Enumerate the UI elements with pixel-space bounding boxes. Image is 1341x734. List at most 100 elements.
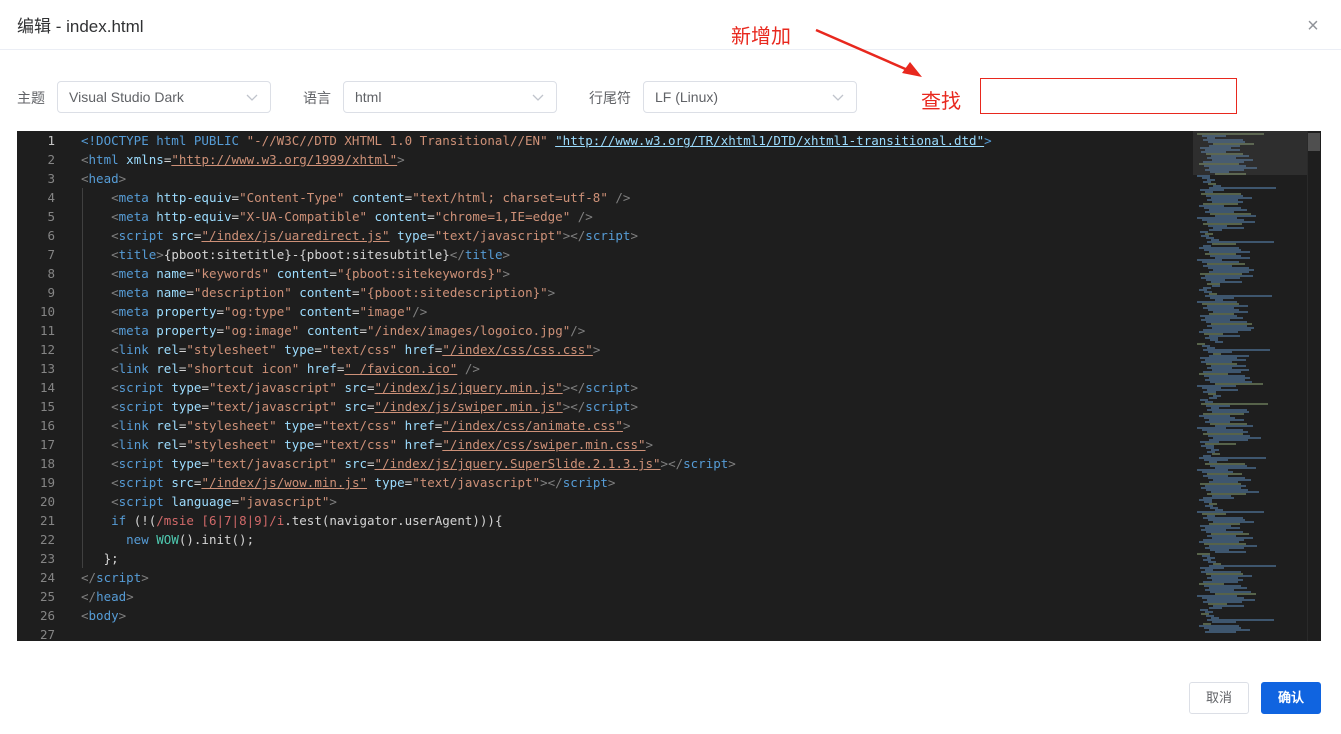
code-token: href [404,418,435,433]
code-token: content [276,266,330,281]
code-content[interactable]: <!DOCTYPE html PUBLIC "-//W3C//DTD XHTML… [81,131,1181,641]
code-token: = [314,418,322,433]
code-line[interactable]: <body> [81,606,126,625]
confirm-button[interactable]: 确认 [1261,682,1321,714]
line-number: 18 [39,456,55,471]
code-editor[interactable]: 1 2 3 4 5 6 7 8 9 10 11 12 13 14 15 16 17 18 19 20 21 22 23 24 2… [17,131,1321,641]
minimap-line [1205,631,1237,633]
code-token: = [367,399,375,414]
line-number: 8 [47,266,55,281]
code-line[interactable]: <link rel="stylesheet" type="text/css" h… [81,416,630,435]
minimap-slider[interactable] [1193,131,1309,175]
code-token: src [344,399,368,414]
line-number: 10 [39,304,55,319]
theme-select[interactable]: Visual Studio Dark [57,81,271,113]
code-token: = [231,209,240,224]
code-token: </ [570,380,586,395]
code-line[interactable]: </head> [81,587,134,606]
find-input[interactable] [980,78,1237,114]
dialog-title: 编辑 - index.html [17,17,144,36]
code-token: script [118,475,164,490]
code-token: script [118,494,164,509]
eol-select[interactable]: LF (Linux) [643,81,857,113]
line-number: 12 [39,342,55,357]
language-select[interactable]: html [343,81,557,113]
close-icon[interactable]: × [1303,16,1323,36]
code-line[interactable]: <title>{pboot:sitetitle}-{pboot:sitesubt… [81,245,510,264]
code-line[interactable]: <meta name="keywords" content="{pboot:si… [81,264,510,283]
minimap-line [1209,397,1217,399]
code-token: new [126,532,149,547]
line-number: 13 [39,361,55,376]
code-minimap[interactable] [1193,131,1309,641]
code-token: name [156,285,187,300]
line-number: 14 [39,380,55,395]
code-line[interactable]: <meta http-equiv="Content-Type" content=… [81,188,630,207]
code-token: "shortcut icon" [186,361,300,376]
code-token: rel [156,342,179,357]
code-token: link [118,437,149,452]
code-line[interactable]: <html xmlns="http://www.w3.org/1999/xhtm… [81,150,405,169]
code-line[interactable]: </script> [81,568,149,587]
code-line[interactable]: if (!(/msie [6|7|8|9]/i.test(navigator.u… [81,511,502,530]
code-line[interactable]: <!DOCTYPE html PUBLIC "-//W3C//DTD XHTML… [81,131,992,150]
code-token: < [111,437,119,452]
code-token: href [306,361,337,376]
editor-scrollbar[interactable] [1307,131,1321,641]
code-line[interactable]: <meta property="og:image" content="/inde… [81,321,585,340]
line-number: 2 [47,152,55,167]
line-number: 5 [47,209,55,224]
minimap-line [1209,229,1222,231]
code-token: = [201,380,209,395]
code-token: "chrome=1,IE=edge" [434,209,571,224]
code-token: "og:image" [224,323,300,338]
code-line[interactable]: new WOW().init(); [81,530,254,549]
code-line[interactable]: <head> [81,169,126,188]
minimap-line [1215,551,1246,553]
code-line[interactable]: <script src="/index/js/uaredirect.js" ty… [81,226,638,245]
code-token: > [592,342,601,357]
code-token: name [156,266,187,281]
code-line[interactable]: <link rel="shortcut icon" href=" /favico… [81,359,480,378]
line-number: 24 [39,570,55,585]
code-token: script [585,228,631,243]
line-number: 3 [47,171,55,186]
code-token: "http://www.w3.org/1999/xhtml" [171,152,398,167]
code-token: meta [118,190,149,205]
code-line[interactable]: }; [81,549,119,568]
code-token: < [111,456,119,471]
code-line[interactable]: <meta http-equiv="X-UA-Compatible" conte… [81,207,593,226]
annotation-text: 新增加 [731,26,791,48]
code-token: > [607,475,616,490]
code-line[interactable]: <script language="javascript"> [81,492,337,511]
code-token: type [171,456,202,471]
code-token: "-//W3C//DTD XHTML 1.0 Transitional//EN" [246,133,548,148]
code-line[interactable]: <meta name="description" content="{pboot… [81,283,555,302]
code-token: meta [118,304,149,319]
code-token: meta [118,209,149,224]
code-line[interactable]: <link rel="stylesheet" type="text/css" h… [81,435,653,454]
code-line[interactable]: <script type="text/javascript" src="/ind… [81,378,638,397]
code-token: "/index/js/jquery.min.js" [374,380,563,395]
edit-dialog: 编辑 - index.html × 新增加 主题 Visual Studio D… [0,0,1341,734]
minimap-line [1212,621,1236,623]
code-line[interactable]: <meta property="og:type" content="image"… [81,302,427,321]
code-line[interactable]: <link rel="stylesheet" type="text/css" h… [81,340,600,359]
code-line[interactable]: <script src="/index/js/wow.min.js" type=… [81,473,615,492]
code-token: }; [81,551,119,566]
chevron-down-icon [532,94,544,101]
code-token: link [118,418,149,433]
code-token: </ [570,228,586,243]
code-line[interactable]: <script type="text/javascript" src="/ind… [81,397,638,416]
code-line[interactable]: <script type="text/javascript" src="/ind… [81,454,736,473]
code-token: /> [577,209,593,224]
cancel-button[interactable]: 取消 [1189,682,1249,714]
code-token: = [231,190,240,205]
editor-scrollbar-thumb[interactable] [1308,133,1320,151]
